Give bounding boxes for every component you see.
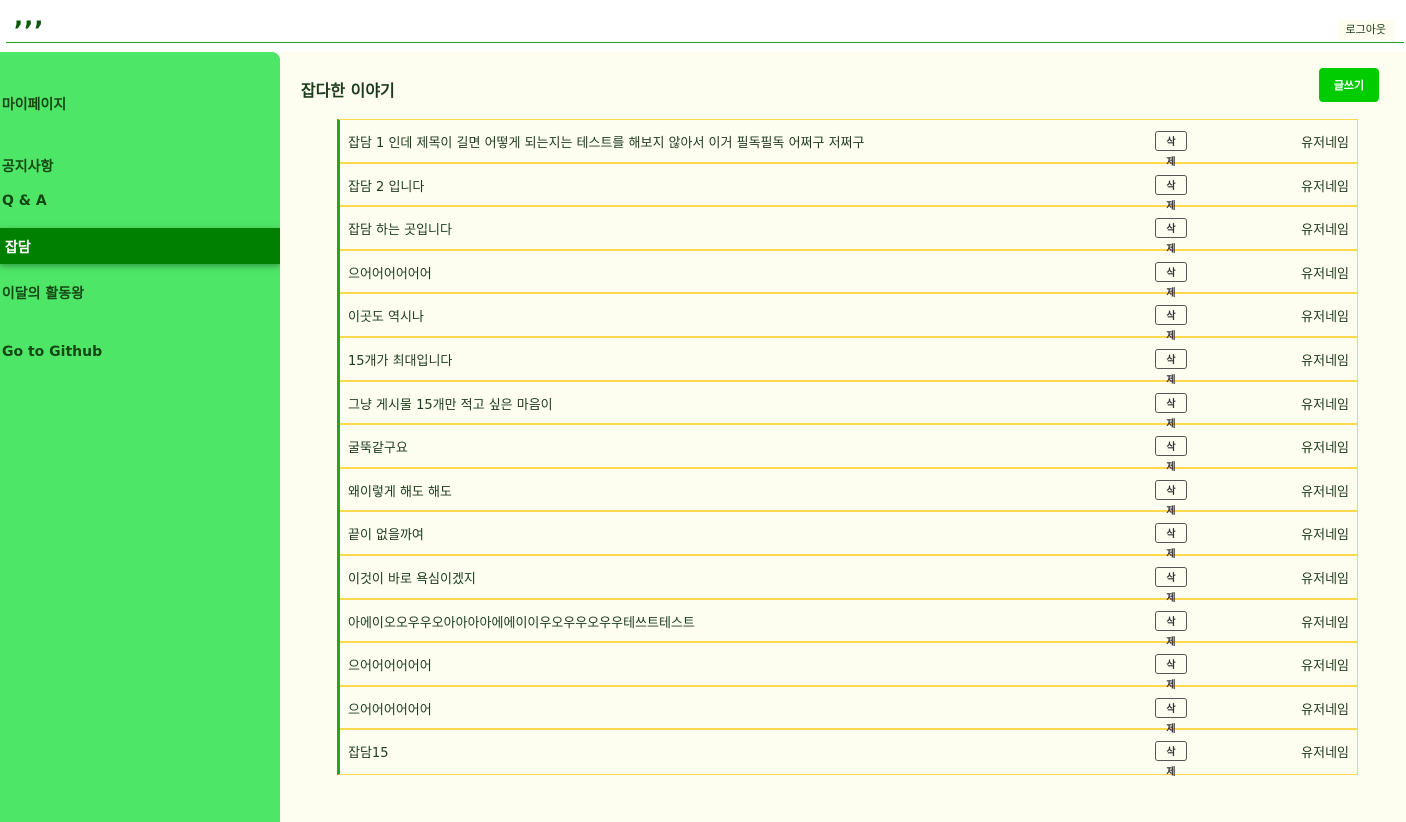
delete-button[interactable]: 삭제 <box>1155 174 1187 212</box>
sidebar: 마이페이지 공지사항 Q & A 잡담 이달의 활동왕 Go to Github <box>0 52 280 822</box>
post-row[interactable]: 15개가 최대입니다 삭제 유저네임 <box>340 338 1357 386</box>
post-title[interactable]: 잡담 1 인데 제목이 길면 어떻게 되는지는 테스트를 해보지 않아서 이거 … <box>348 132 864 151</box>
post-title[interactable]: 이것이 바로 욕심이겠지 <box>348 568 476 587</box>
delete-button[interactable]: 삭제 <box>1155 654 1187 691</box>
post-author: 유저네임 <box>1301 702 1349 718</box>
delete-button[interactable]: 삭제 <box>1155 436 1187 473</box>
logout-button[interactable]: 로그아웃 <box>1337 20 1394 40</box>
delete-button[interactable]: 삭제 <box>1155 479 1187 517</box>
post-title[interactable]: 잡담 2 입니다 <box>348 176 424 195</box>
post-author: 유저네임 <box>1301 484 1349 500</box>
post-row[interactable]: 으어어어어어어 삭제 유저네임 <box>340 643 1357 691</box>
post-title[interactable]: 으어어어어어어 <box>348 263 432 282</box>
post-author: 유저네임 <box>1301 571 1349 587</box>
post-author: 유저네임 <box>1301 353 1349 369</box>
delete-button[interactable]: 삭제 <box>1155 741 1187 778</box>
post-author: 유저네임 <box>1301 397 1349 413</box>
post-row[interactable]: 끝이 없을까여 삭제 유저네임 <box>340 512 1357 560</box>
post-author: 유저네임 <box>1301 528 1349 544</box>
post-title[interactable]: 잡담 하는 곳입니다 <box>348 219 452 238</box>
post-author: 유저네임 <box>1301 310 1349 326</box>
post-row[interactable]: 으어어어어어어 삭제 유저네임 <box>340 251 1357 299</box>
post-title[interactable]: 굴뚝같구요 <box>348 437 408 456</box>
post-row[interactable]: 으어어어어어어 삭제 유저네임 <box>340 687 1357 735</box>
sidebar-item-notice[interactable]: 공지사항 <box>2 156 54 176</box>
post-list: 잡담 1 인데 제목이 길면 어떻게 되는지는 테스트를 해보지 않아서 이거 … <box>337 119 1358 778</box>
post-author: 유저네임 <box>1301 659 1349 675</box>
top-bar: ,,, 로그아웃 <box>0 0 1406 44</box>
logo[interactable]: ,,, <box>14 4 44 30</box>
post-row[interactable]: 잡담 1 인데 제목이 길면 어떻게 되는지는 테스트를 해보지 않아서 이거 … <box>340 120 1357 168</box>
sidebar-item-label: 잡담 <box>5 240 31 256</box>
delete-button[interactable]: 삭제 <box>1155 523 1187 560</box>
post-row[interactable]: 잡담 하는 곳입니다 삭제 유저네임 <box>340 207 1357 255</box>
sidebar-item-chat[interactable]: 잡담 <box>0 228 280 264</box>
sidebar-item-qna[interactable]: Q & A <box>2 193 47 209</box>
post-row[interactable]: 그냥 게시물 15개만 적고 싶은 마음이 삭제 유저네임 <box>340 382 1357 430</box>
delete-button[interactable]: 삭제 <box>1155 392 1187 430</box>
post-title[interactable]: 그냥 게시물 15개만 적고 싶은 마음이 <box>348 394 553 413</box>
post-title[interactable]: 왜이렇게 해도 해도 <box>348 481 452 500</box>
post-title[interactable]: 으어어어어어어 <box>348 655 432 674</box>
delete-button[interactable]: 삭제 <box>1155 131 1187 168</box>
post-author: 유저네임 <box>1301 615 1349 631</box>
post-title[interactable]: 으어어어어어어 <box>348 699 432 718</box>
post-author: 유저네임 <box>1301 266 1349 282</box>
post-row[interactable]: 잡담 2 입니다 삭제 유저네임 <box>340 164 1357 212</box>
post-title[interactable]: 이곳도 역시나 <box>348 306 424 325</box>
post-author: 유저네임 <box>1301 179 1349 195</box>
page-title: 잡다한 이야기 <box>301 81 395 100</box>
post-row[interactable]: 왜이렇게 해도 해도 삭제 유저네임 <box>340 469 1357 517</box>
post-row[interactable]: 이곳도 역시나 삭제 유저네임 <box>340 294 1357 342</box>
delete-button[interactable]: 삭제 <box>1155 610 1187 648</box>
delete-button[interactable]: 삭제 <box>1155 218 1187 255</box>
post-row[interactable]: 아에이오오우우오아아아아에에이이우오우우오우우테쓰트테스트 삭제 유저네임 <box>340 600 1357 648</box>
delete-button[interactable]: 삭제 <box>1155 348 1187 386</box>
post-author: 유저네임 <box>1301 136 1349 151</box>
delete-button[interactable]: 삭제 <box>1155 305 1187 342</box>
delete-button[interactable]: 삭제 <box>1155 261 1187 299</box>
post-title[interactable]: 아에이오오우우오아아아아에에이이우오우우오우우테쓰트테스트 <box>348 612 695 631</box>
sidebar-item-github[interactable]: Go to Github <box>2 344 102 360</box>
post-title[interactable]: 끝이 없을까여 <box>348 524 424 543</box>
main-content: 잡다한 이야기 글쓰기 잡담 1 인데 제목이 길면 어떻게 되는지는 테스트를… <box>280 52 1406 822</box>
post-row[interactable]: 잡담15 삭제 유저네임 <box>340 730 1357 778</box>
write-button[interactable]: 글쓰기 <box>1319 68 1379 102</box>
delete-button[interactable]: 삭제 <box>1155 697 1187 735</box>
post-row[interactable]: 굴뚝같구요 삭제 유저네임 <box>340 425 1357 473</box>
post-row[interactable]: 이것이 바로 욕심이겠지 삭제 유저네임 <box>340 556 1357 604</box>
post-author: 유저네임 <box>1301 223 1349 239</box>
header-divider <box>6 42 1404 43</box>
sidebar-item-mypage[interactable]: 마이페이지 <box>2 94 66 114</box>
delete-button[interactable]: 삭제 <box>1155 566 1187 604</box>
post-title[interactable]: 15개가 최대입니다 <box>348 350 452 369</box>
post-author: 유저네임 <box>1301 746 1349 762</box>
post-author: 유저네임 <box>1301 441 1349 457</box>
post-title[interactable]: 잡담15 <box>348 742 388 761</box>
sidebar-item-top-activity[interactable]: 이달의 활동왕 <box>2 283 84 303</box>
